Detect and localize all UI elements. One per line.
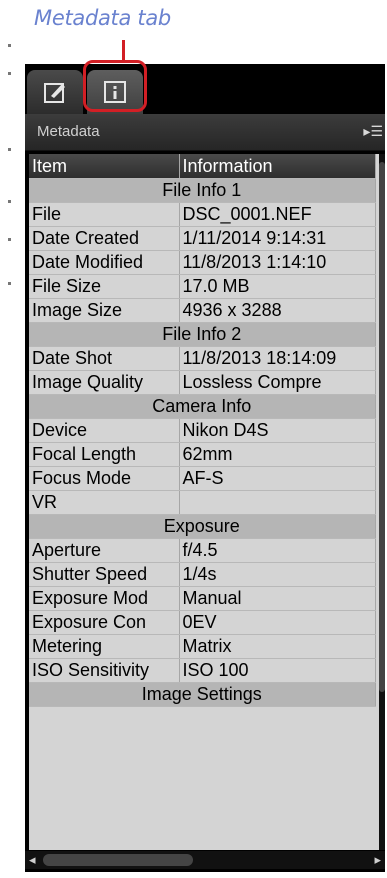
table-row[interactable]: Aperture f/4.5 [29,538,376,563]
item-cell: Exposure Con [29,610,180,635]
item-cell: File Size [29,274,180,299]
section-row: Camera Info [29,394,376,419]
section-label: File Info 2 [29,322,376,347]
table-row[interactable]: ISO Sensitivity ISO 100 [29,658,376,683]
info-cell: Manual [179,586,376,611]
column-header-item[interactable]: Item [29,154,180,179]
item-cell: Shutter Speed [29,562,180,587]
item-cell: Image Size [29,298,180,323]
tab-edit[interactable] [27,70,83,114]
metadata-table: Item Information File Info 1 File DSC_000… [29,154,376,707]
section-label: Exposure [29,514,376,539]
vertical-scrollbar[interactable] [379,154,385,850]
item-cell: Focus Mode [29,466,180,491]
item-cell: Date Created [29,226,180,251]
item-cell: Exposure Mod [29,586,180,611]
info-cell: DSC_0001.NEF [179,202,376,227]
table-row[interactable]: Image Quality Lossless Compre [29,370,376,395]
item-cell: Device [29,418,180,443]
info-cell: 17.0 MB [179,274,376,299]
table-row[interactable]: File Size 17.0 MB [29,274,376,299]
table-row[interactable]: Exposure Con 0EV [29,610,376,635]
item-cell: Aperture [29,538,180,563]
info-cell: ISO 100 [179,658,376,683]
table-row[interactable]: File DSC_0001.NEF [29,202,376,227]
item-cell: ISO Sensitivity [29,658,180,683]
callout-line [122,40,125,62]
metadata-panel: Metadata ▸☰ Item Information File Info 1… [25,60,385,872]
item-cell: Focal Length [29,442,180,467]
panel-menu-icon[interactable]: ▸☰ [363,123,383,140]
info-cell: 4936 x 3288 [179,298,376,323]
item-cell: Date Modified [29,250,180,275]
section-row: Exposure [29,514,376,539]
info-cell: 62mm [179,442,376,467]
table-row[interactable]: Metering Matrix [29,634,376,659]
vertical-scroll-thumb[interactable] [379,162,385,692]
horizontal-scroll-thumb[interactable] [43,854,193,866]
item-cell: File [29,202,180,227]
column-header-information[interactable]: Information [179,154,376,179]
table-row[interactable]: VR [29,490,376,515]
info-cell [179,490,376,515]
table-row[interactable]: Exposure Mod Manual [29,586,376,611]
table-row[interactable]: Device Nikon D4S [29,418,376,443]
table-row[interactable]: Date Created 1/11/2014 9:14:31 [29,226,376,251]
info-cell: 0EV [179,610,376,635]
horizontal-scrollbar[interactable]: ◂ ▸ [25,851,385,869]
item-cell: Image Quality [29,370,180,395]
scroll-right-arrow-icon[interactable]: ▸ [374,852,381,868]
panel-title: Metadata [37,123,100,140]
section-label: Image Settings [29,682,376,707]
page-margin-dots [0,0,12,878]
section-label: Camera Info [29,394,376,419]
section-label: File Info 1 [29,178,376,203]
callout-label: Metadata tab [34,6,171,30]
table-row[interactable]: Focal Length 62mm [29,442,376,467]
item-cell: Date Shot [29,346,180,371]
metadata-table-container: Item Information File Info 1 File DSC_000… [29,154,379,850]
table-row[interactable]: Date Modified 11/8/2013 1:14:10 [29,250,376,275]
item-cell: Metering [29,634,180,659]
section-row: File Info 2 [29,322,376,347]
info-cell: Matrix [179,634,376,659]
table-header-row: Item Information [29,154,376,179]
scroll-left-arrow-icon[interactable]: ◂ [29,852,36,868]
info-cell: 1/4s [179,562,376,587]
info-cell: Lossless Compre [179,370,376,395]
pencil-edit-icon [44,83,65,103]
item-cell: VR [29,490,180,515]
section-row: File Info 1 [29,178,376,203]
metadata-tab-callout-box [83,60,147,112]
info-cell: 11/8/2013 18:14:09 [179,346,376,371]
info-cell: 11/8/2013 1:14:10 [179,250,376,275]
tab-bar [25,60,385,114]
panel-header: Metadata ▸☰ [25,114,385,151]
table-row[interactable]: Image Size 4936 x 3288 [29,298,376,323]
table-row[interactable]: Focus Mode AF-S [29,466,376,491]
info-cell: 1/11/2014 9:14:31 [179,226,376,251]
info-cell: Nikon D4S [179,418,376,443]
section-row: Image Settings [29,682,376,707]
table-row[interactable]: Date Shot 11/8/2013 18:14:09 [29,346,376,371]
table-row[interactable]: Shutter Speed 1/4s [29,562,376,587]
info-cell: f/4.5 [179,538,376,563]
info-cell: AF-S [179,466,376,491]
